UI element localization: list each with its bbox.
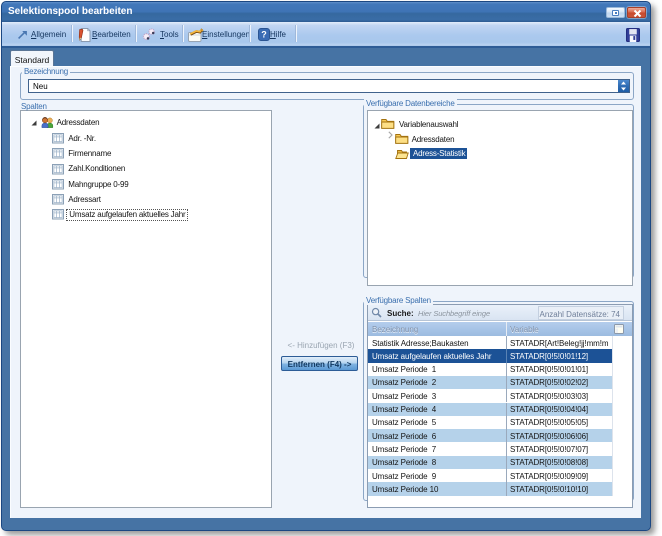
svg-text:?: ? [261,30,267,40]
